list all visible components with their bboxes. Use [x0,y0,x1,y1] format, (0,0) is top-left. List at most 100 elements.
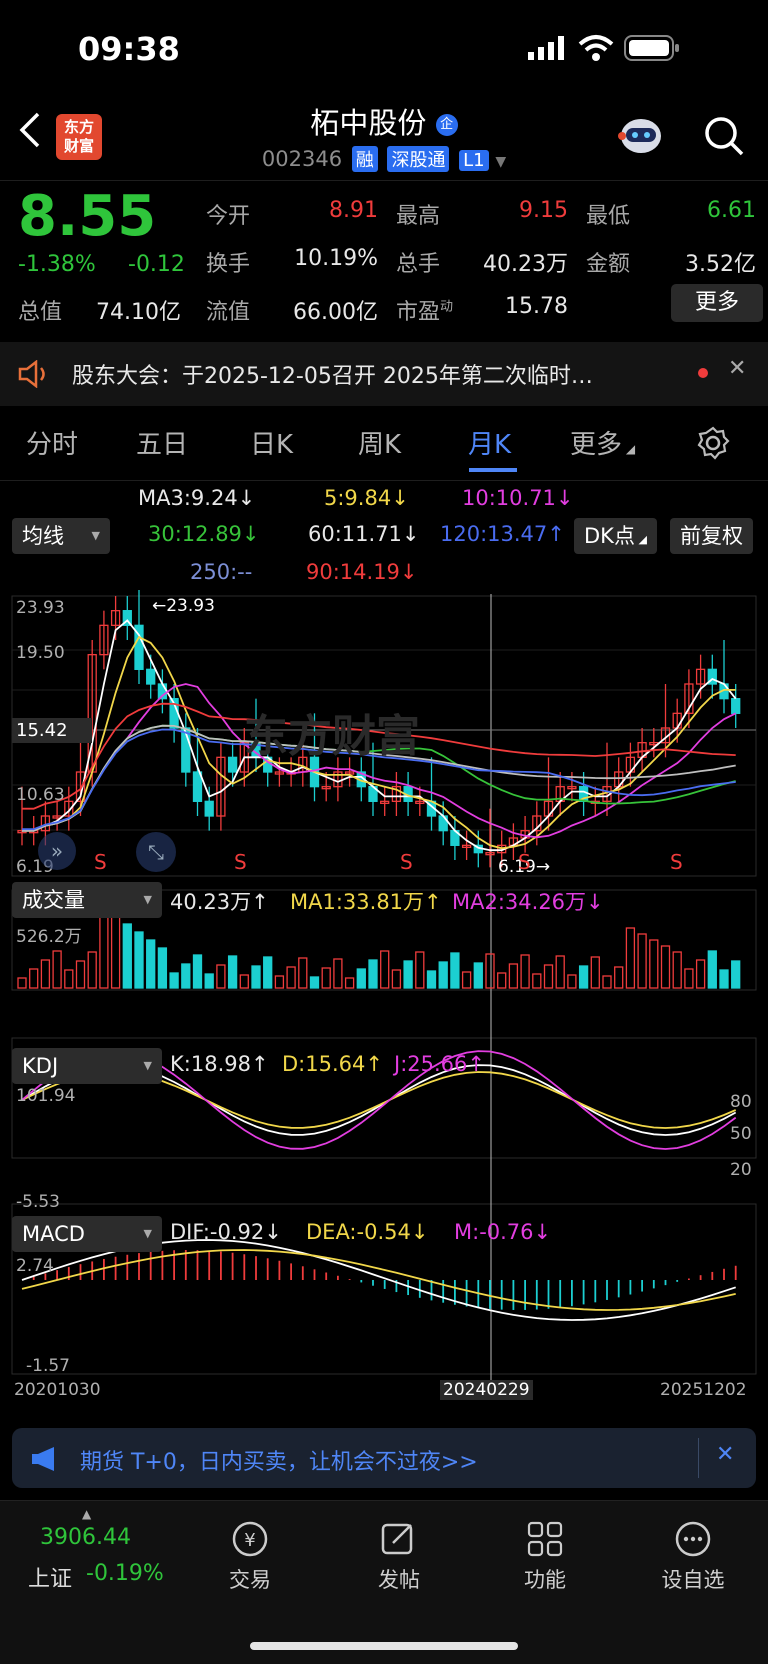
volume-bar [497,972,507,989]
volume-bar [602,975,612,989]
index-value[interactable]: 3906.44 [40,1525,131,1550]
edit-icon [381,1523,413,1555]
volume-bar [403,960,413,989]
tab-daily-k[interactable]: 日K [250,424,293,461]
volume-bar [590,956,600,989]
nav-post[interactable]: 发帖 [344,1519,454,1594]
notice-text: 股东大会：于2025-12-05召开 2025年第二次临时… [72,364,593,389]
volume-value-label: 40.23万↑ [170,890,269,914]
volume-bar [508,963,519,989]
open-label: 今开 [206,204,251,229]
chevron-down-icon: ▼ [495,154,507,170]
bottom-nav: ▲ 3906.44 上证 -0.19% ¥ 交易 发帖 功能 设自选 [0,1500,768,1664]
dropdown-corner-icon: ◢ [634,533,647,546]
ma5-label: 5:9.84↓ [324,486,409,510]
status-bar: 09:38 [0,0,768,96]
search-icon[interactable] [702,114,746,158]
tab-weekly-k[interactable]: 周K [358,424,401,461]
volume-ma1-label: MA1:33.81万↑ [290,890,442,914]
ma250-label: 250:-- [190,560,253,584]
tab-more[interactable]: 更多 ◢ [570,424,635,461]
tab-intraday[interactable]: 分时 [26,424,78,461]
restore-rights-button[interactable]: 前复权 [670,518,753,554]
date-crosshair: 20240229 [440,1380,533,1400]
macd-indicator-selector[interactable]: MACD ▼ [12,1216,162,1252]
robot-assistant-icon[interactable] [616,112,666,160]
volume-bar [263,956,273,989]
volume-bar [309,976,320,989]
banner-divider [698,1438,699,1478]
index-change: -0.19% [86,1561,164,1586]
volume-bar [637,933,647,989]
turnover-value: 10.19% [294,246,378,271]
volume-bar [87,951,97,989]
volume-bar [356,968,366,989]
kdj-selector-label: KDJ [22,1054,59,1078]
volume-bar [473,962,483,989]
settings-gear-icon[interactable] [696,426,730,460]
home-indicator[interactable] [250,1642,518,1650]
battery-icon [624,35,679,61]
tab-monthly-k[interactable]: 月K [468,424,511,461]
volume-bar [485,953,495,989]
dropdown-arrow-icon: ▼ [143,1227,152,1240]
volume-bar [17,977,27,989]
kdj-axis-bottom: -5.53 [16,1192,60,1212]
dk-point-button[interactable]: DK点 ◢ [574,518,657,554]
volume-indicator-selector[interactable]: 成交量 ▼ [12,882,162,918]
status-time: 09:38 [78,30,180,68]
total-value-label: 总值 [18,300,63,325]
amount-label: 金额 [586,252,631,277]
volume-bar [204,973,214,989]
volume-bar [368,959,378,989]
kdj-indicator-selector[interactable]: KDJ ▼ [12,1048,162,1084]
volume-bar [684,968,694,989]
kdj-level-50: 50 [730,1124,752,1144]
close-icon[interactable]: ✕ [728,356,746,381]
volume-bar [695,959,706,989]
futures-banner[interactable]: 期货 T+0，日内买卖，让机会不过夜>> ✕ [12,1428,756,1488]
volume-bar [239,974,249,989]
notice-bar[interactable]: 股东大会：于2025-12-05召开 2025年第二次临时… ✕ [0,342,768,406]
nav-trade[interactable]: ¥ 交易 [195,1519,305,1594]
expand-left-icon[interactable]: » [38,832,76,870]
nav-watchlist[interactable]: 设自选 [638,1519,748,1594]
volume-bar [461,971,472,989]
macd-m-label: M:-0.76↓ [454,1220,552,1244]
tag-level: L1 [459,150,489,171]
change-amount: -0.12 [128,252,185,277]
stock-name: 柘中股份 [310,106,427,140]
volume-bar [520,954,530,989]
volume-ma2-label: MA2:34.26万↓ [452,890,604,914]
max-price-marker: ←23.93 [152,596,215,616]
indicator-selector[interactable]: 均线 ▼ [12,518,110,554]
volume-bar [52,950,62,989]
macd-dif-label: DIF:-0.92↓ [170,1220,282,1244]
nav-functions[interactable]: 功能 [490,1519,600,1594]
macd-dif-line [21,1239,736,1321]
banner-close-icon[interactable]: ✕ [716,1442,734,1467]
pe-label: 市盈动 [396,294,453,326]
volume-bar [227,955,238,989]
volume-bar [286,966,296,989]
volume-label: 总手 [396,252,441,277]
tag-connect: 深股通 [387,146,450,172]
pe-label-text: 市盈 [396,300,441,325]
more-button[interactable]: 更多 [671,284,763,322]
volume-bar [192,954,203,989]
total-value: 74.10亿 [96,300,181,325]
volume-bar [719,969,729,989]
kdj-k-label: K:18.98↑ [170,1052,269,1076]
sell-signal-1: S [94,850,107,874]
nav-trade-label: 交易 [229,1568,271,1592]
kdj-axis-top: 101.94 [16,1086,76,1106]
sell-signal-3: S [400,850,413,874]
open-value: 8.91 [329,198,378,223]
nav-watchlist-label: 设自选 [661,1568,725,1592]
fullscreen-icon[interactable]: ⤡ [136,832,176,872]
tab-five-day[interactable]: 五日 [136,424,188,461]
high-label: 最高 [396,204,441,229]
active-tab-indicator [469,468,517,472]
dropdown-arrow-icon: ▼ [143,1059,152,1072]
grid-icon [527,1521,563,1557]
